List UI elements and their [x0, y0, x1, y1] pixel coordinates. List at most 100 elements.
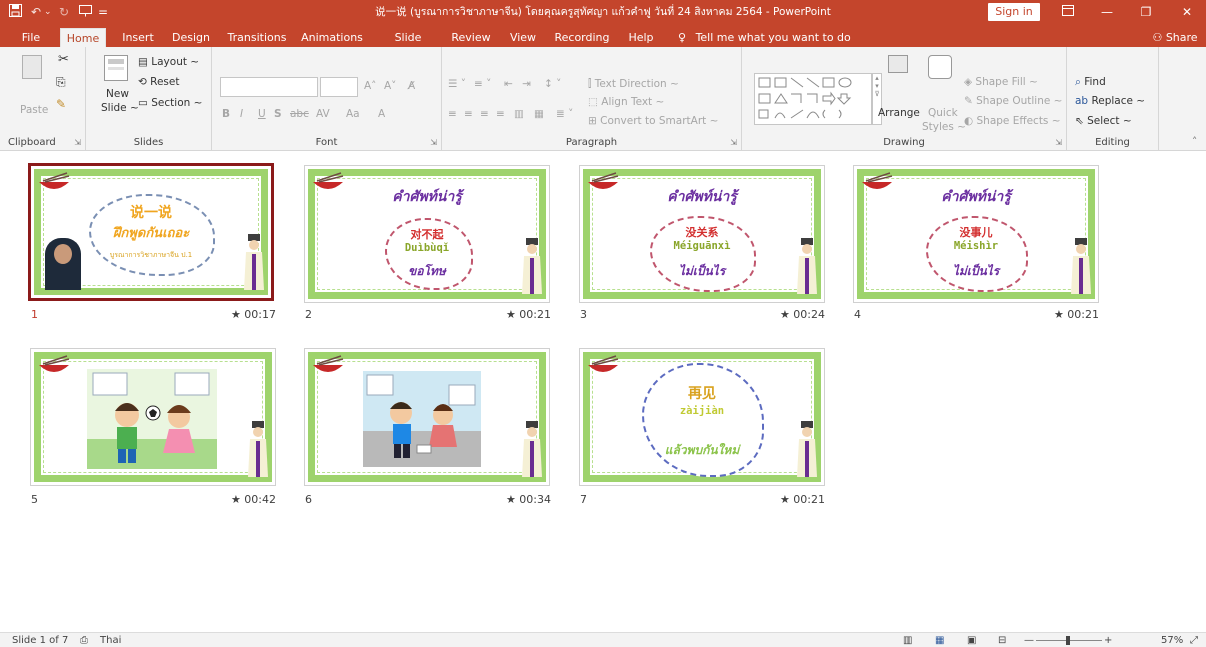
decrease-font-icon[interactable]: A˅ — [384, 79, 396, 93]
layout-button[interactable]: ▤ Layout ~ — [138, 55, 199, 69]
tell-me-box[interactable]: ♀ Tell me what you want to do — [678, 28, 851, 47]
font-size-combo[interactable] — [320, 77, 358, 97]
normal-view-icon[interactable]: ▥ — [903, 634, 912, 647]
clipboard-launcher-icon[interactable]: ⇲ — [74, 138, 81, 147]
character-spacing-icon[interactable]: AV — [316, 107, 330, 121]
clear-formatting-icon[interactable]: A̸ — [408, 79, 415, 93]
tab-design[interactable]: Design — [169, 28, 213, 47]
new-slide-icon[interactable] — [104, 55, 128, 81]
change-case-icon[interactable]: Aa — [346, 107, 360, 121]
zoom-slider-thumb[interactable] — [1066, 636, 1070, 645]
tab-view[interactable]: View — [506, 28, 540, 47]
tab-slide-show[interactable]: Slide Show — [378, 28, 438, 63]
replace-button[interactable]: ab Replace ~ — [1075, 94, 1145, 108]
new-slide-label-2[interactable]: Slide ~ — [101, 101, 139, 115]
undo-icon[interactable]: ↶ — [31, 4, 41, 20]
customize-toolbar-icon[interactable]: = — [98, 4, 108, 20]
restore-icon[interactable]: ❐ — [1131, 2, 1161, 22]
collapse-ribbon-icon[interactable]: ˄ — [1192, 135, 1197, 149]
fit-to-window-icon[interactable]: ⤢ — [1190, 634, 1198, 647]
underline-icon[interactable]: U — [258, 107, 266, 121]
increase-font-icon[interactable]: A˄ — [364, 79, 376, 93]
align-right-icon[interactable]: ≡ — [480, 107, 489, 121]
convert-smartart-button[interactable]: ⊞ Convert to SmartArt ~ — [588, 114, 718, 128]
ribbon-display-options-icon[interactable] — [1053, 2, 1083, 22]
zoom-level[interactable]: 57% — [1161, 634, 1183, 647]
slide-thumbnail-4[interactable]: คำศัพท์น่ารู้ 没事儿 Méishìr ไม่เป็นไร — [853, 165, 1099, 303]
slide-thumbnail-3[interactable]: คำศัพท์น่ารู้ 没关系 Méiguānxì ไม่เป็นไร — [579, 165, 825, 303]
distributed-icon[interactable]: ▥ — [514, 107, 524, 121]
cut-icon[interactable]: ✂ — [58, 53, 69, 67]
noodle-bowl-icon — [588, 355, 619, 372]
drawing-launcher-icon[interactable]: ⇲ — [1055, 138, 1062, 147]
paste-icon[interactable] — [22, 55, 42, 79]
close-icon[interactable]: ✕ — [1172, 2, 1202, 22]
quick-styles-button[interactable]: Quick — [928, 106, 958, 120]
text-align-icon[interactable]: ≣ ˅ — [556, 107, 573, 121]
find-button[interactable]: ⌕ Find — [1075, 75, 1106, 89]
spell-check-icon[interactable]: ⎙ — [80, 634, 88, 647]
slide-number-7: 7 — [580, 493, 587, 506]
share-button[interactable]: ⚇ Share — [1150, 28, 1200, 47]
save-icon[interactable] — [9, 4, 22, 20]
text-direction-button[interactable]: ⫿ Text Direction ~ — [588, 77, 679, 91]
tab-recording[interactable]: Recording — [553, 28, 611, 47]
columns-icon[interactable]: ▦ — [534, 107, 544, 121]
start-from-beginning-icon[interactable] — [79, 4, 92, 20]
undo-dropdown-icon[interactable]: ⌄ — [44, 4, 52, 20]
paragraph-launcher-icon[interactable]: ⇲ — [730, 138, 737, 147]
new-slide-label[interactable]: New — [106, 87, 129, 101]
tab-insert[interactable]: Insert — [118, 28, 158, 47]
arrange-icon[interactable] — [888, 55, 908, 73]
zoom-in-icon[interactable]: + — [1104, 634, 1112, 647]
italic-icon[interactable]: I — [240, 107, 243, 121]
tab-file[interactable]: File — [16, 28, 46, 47]
paste-button[interactable]: Paste — [20, 103, 48, 117]
align-left-icon[interactable]: ≡ — [448, 107, 457, 121]
tab-transitions[interactable]: Transitions — [225, 28, 289, 47]
justify-icon[interactable]: ≡ — [496, 107, 505, 121]
slide-thumbnail-5[interactable] — [30, 348, 276, 486]
shapes-gallery[interactable] — [754, 73, 872, 125]
align-center-icon[interactable]: ≡ — [464, 107, 473, 121]
shadow-icon[interactable]: S — [274, 107, 282, 121]
decrease-indent-icon[interactable]: ⇤ — [504, 77, 513, 91]
language-indicator[interactable]: Thai — [100, 634, 121, 647]
reset-button[interactable]: ⟲ Reset — [138, 75, 179, 89]
slide-thumbnail-6[interactable] — [304, 348, 550, 486]
bold-icon[interactable]: B — [222, 107, 230, 121]
zoom-out-icon[interactable]: — — [1024, 634, 1034, 647]
redo-icon[interactable]: ↻ — [59, 4, 69, 20]
format-painter-icon[interactable]: ✎ — [56, 97, 66, 111]
shape-effects-button[interactable]: ◐ Shape Effects ~ — [964, 114, 1061, 128]
font-color-icon[interactable]: A — [378, 107, 385, 121]
sign-in-button[interactable]: Sign in — [988, 3, 1040, 21]
slide-show-view-icon[interactable]: ⊟ — [998, 634, 1006, 647]
shape-fill-button[interactable]: ◈ Shape Fill ~ — [964, 75, 1038, 89]
slide-sorter-view-icon[interactable]: ▦ — [935, 634, 944, 647]
tab-help[interactable]: Help — [624, 28, 658, 47]
font-family-combo[interactable] — [220, 77, 318, 97]
slide-thumbnail-7[interactable]: 再见 zàijiàn แล้วพบกันใหม่ — [579, 348, 825, 486]
line-spacing-icon[interactable]: ↕ ˅ — [544, 77, 561, 91]
minimize-icon[interactable]: — — [1092, 2, 1122, 22]
slide-thumbnail-1[interactable]: 说一说 ฝึกพูดกันเถอะ บูรณาการวิชาภาษาจีน ป.… — [28, 163, 274, 301]
tab-home[interactable]: Home — [60, 28, 106, 47]
select-button[interactable]: ⇖ Select ~ — [1075, 114, 1132, 128]
reading-view-icon[interactable]: ▣ — [967, 634, 976, 647]
bullets-icon[interactable]: ☰ ˅ — [448, 77, 466, 91]
section-button[interactable]: ▭ Section ~ — [138, 96, 202, 110]
align-text-button[interactable]: ⬚ Align Text ~ — [588, 95, 664, 109]
tab-animations[interactable]: Animations — [300, 28, 364, 47]
font-launcher-icon[interactable]: ⇲ — [430, 138, 437, 147]
quick-styles-button-2[interactable]: Styles ~ — [922, 120, 966, 134]
copy-icon[interactable]: ⎘ — [56, 75, 66, 89]
numbering-icon[interactable]: ≡ ˅ — [474, 77, 491, 91]
tab-review[interactable]: Review — [450, 28, 492, 47]
increase-indent-icon[interactable]: ⇥ — [522, 77, 531, 91]
shape-outline-button[interactable]: ✎ Shape Outline ~ — [964, 94, 1062, 108]
quick-styles-icon[interactable] — [928, 55, 952, 79]
strikethrough-icon[interactable]: abc — [290, 107, 309, 121]
slide-thumbnail-2[interactable]: คำศัพท์น่ารู้ 对不起 Duìbùqǐ ขอโทษ — [304, 165, 550, 303]
arrange-button[interactable]: Arrange — [878, 106, 920, 120]
